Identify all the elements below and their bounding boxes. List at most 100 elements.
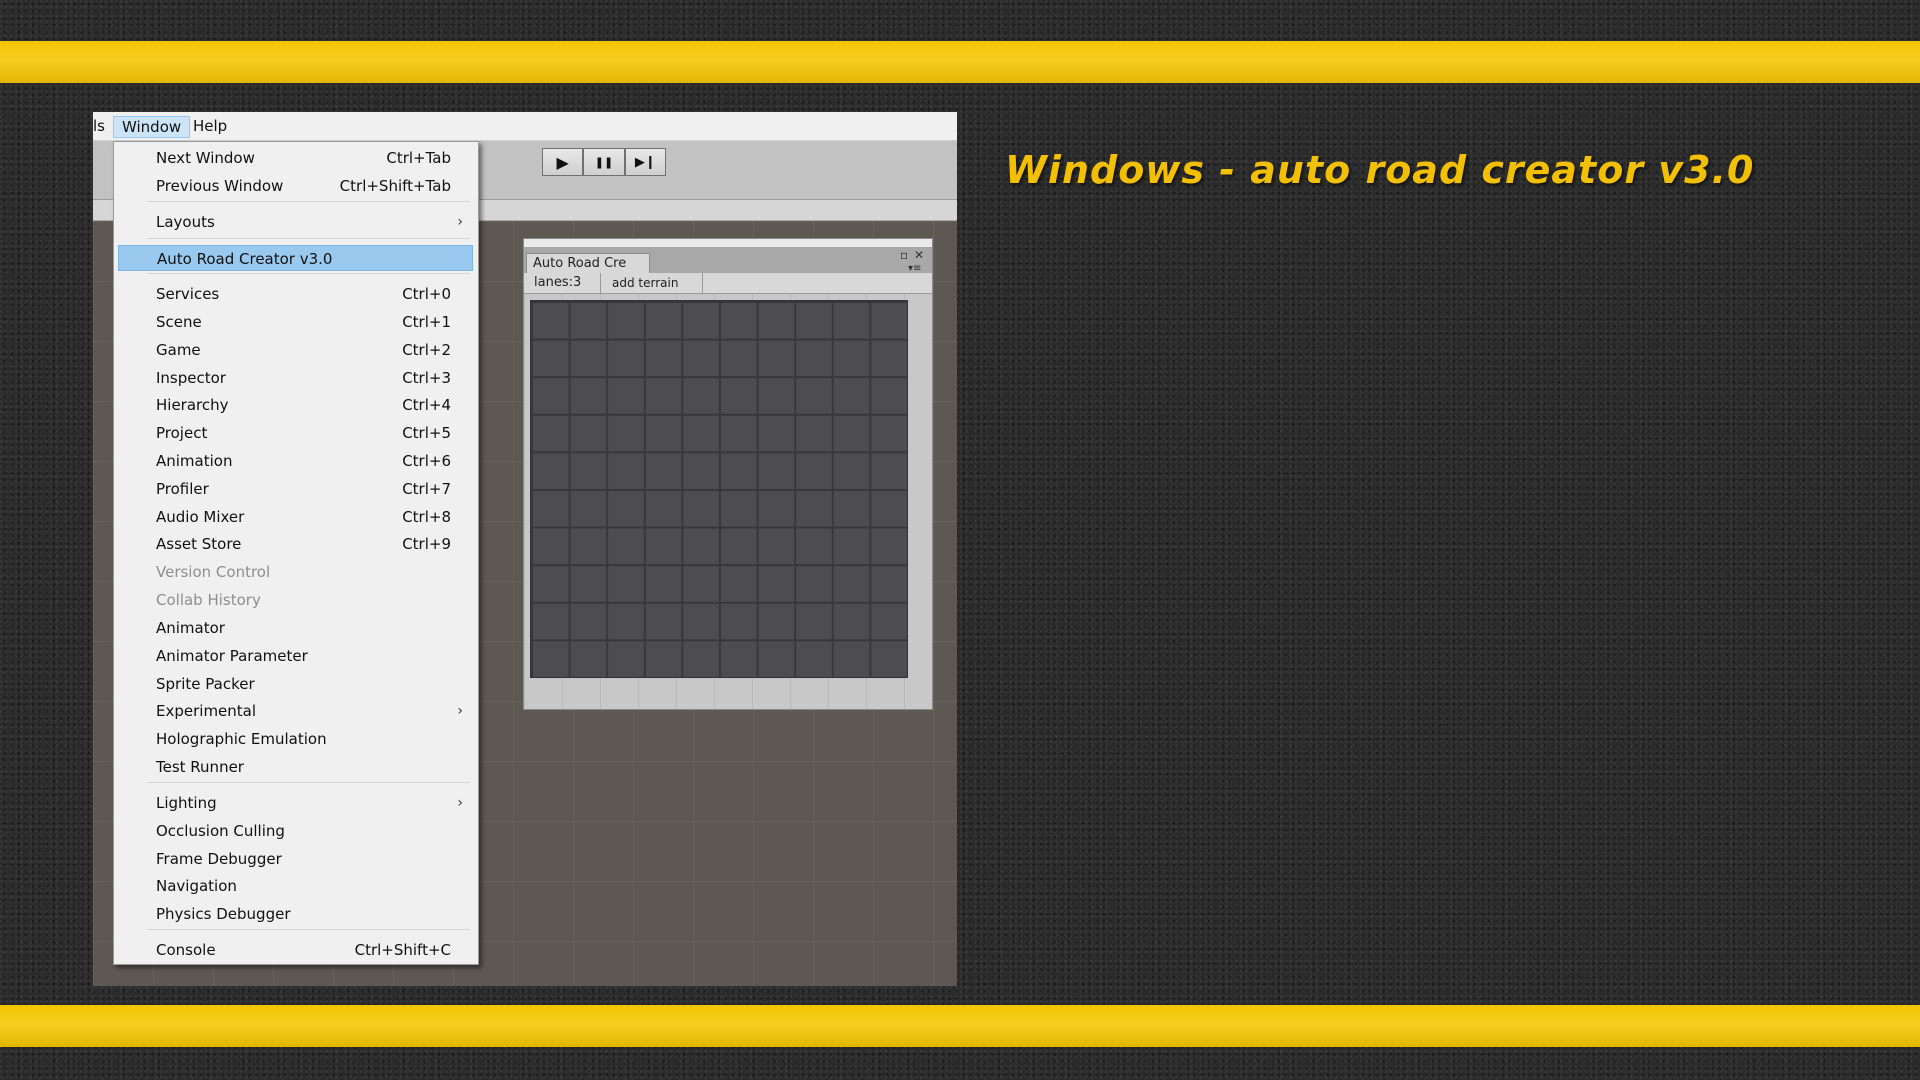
menu-item-label: Version Control [156, 563, 271, 581]
menu-item-inspector[interactable]: Inspector Ctrl+3 [118, 365, 473, 391]
menu-item-label: Audio Mixer [156, 508, 245, 526]
menu-item-frame-debugger[interactable]: Frame Debugger [118, 846, 473, 872]
menu-item-label: Game [156, 341, 201, 359]
menu-item-version-control: Version Control [118, 559, 473, 585]
menu-item-label: Services [156, 285, 220, 303]
menu-separator [148, 273, 470, 274]
menu-separator [148, 238, 470, 239]
bottom-road-stripe [0, 1005, 1920, 1047]
menu-item-label: Navigation [156, 877, 237, 895]
menu-item-occlusion-culling[interactable]: Occlusion Culling [118, 818, 473, 844]
menu-item-game[interactable]: Game Ctrl+2 [118, 337, 473, 363]
menu-item-test-runner[interactable]: Test Runner [118, 754, 473, 780]
chevron-right-icon: › [457, 214, 463, 230]
menu-item-label: Lighting [156, 794, 217, 812]
menu-item-animator[interactable]: Animator [118, 615, 473, 641]
menu-item-navigation[interactable]: Navigation [118, 873, 473, 899]
menu-item-shortcut: Ctrl+7 [402, 480, 451, 498]
menu-item-label: Animator [156, 619, 225, 637]
menu-item-label: Next Window [156, 149, 255, 167]
menu-item-sprite-packer[interactable]: Sprite Packer [118, 671, 473, 697]
menu-item-shortcut: Ctrl+2 [402, 341, 451, 359]
menu-item-label: Test Runner [156, 758, 244, 776]
menu-item-next-window[interactable]: Next Window Ctrl+Tab [118, 145, 473, 171]
maximize-icon[interactable]: ▫ [900, 248, 908, 262]
menu-bar: ls Window Help [93, 112, 957, 141]
play-button[interactable]: ▶ [542, 148, 584, 176]
step-icon: ▶❙ [634, 154, 656, 170]
menu-item-label: Animator Parameter [156, 647, 308, 665]
menu-item-scene[interactable]: Scene Ctrl+1 [118, 309, 473, 335]
menu-item-label: Frame Debugger [156, 850, 282, 868]
menu-item-hierarchy[interactable]: Hierarchy Ctrl+4 [118, 392, 473, 418]
menu-item-experimental[interactable]: Experimental › [118, 698, 473, 724]
lanes-button[interactable]: lanes:3 [524, 273, 601, 293]
menu-item-animator-parameter[interactable]: Animator Parameter [118, 643, 473, 669]
window-dropdown-menu: Next Window Ctrl+Tab Previous Window Ctrl+S… [113, 141, 479, 965]
chevron-right-icon: › [457, 795, 463, 811]
tab-auto-road-creator[interactable]: Auto Road Cre [526, 253, 650, 274]
top-road-stripe [0, 41, 1920, 83]
add-terrain-button[interactable]: add terrain [602, 273, 703, 293]
menu-separator [148, 782, 470, 783]
menu-item-physics-debugger[interactable]: Physics Debugger [118, 901, 473, 927]
chevron-right-icon: › [457, 703, 463, 719]
menu-item-shortcut: Ctrl+0 [402, 285, 451, 303]
menu-item-layouts[interactable]: Layouts › [118, 209, 473, 235]
menu-item-asset-store[interactable]: Asset Store Ctrl+9 [118, 531, 473, 557]
menu-item-shortcut: Ctrl+Tab [386, 149, 451, 167]
menu-help[interactable]: Help [193, 116, 227, 136]
play-icon: ▶ [556, 152, 569, 172]
pause-button[interactable]: ❚❚ [583, 148, 625, 176]
menu-item-label: Project [156, 424, 208, 442]
menu-item-shortcut: Ctrl+3 [402, 369, 451, 387]
menu-item-label: Profiler [156, 480, 209, 498]
menu-item-console[interactable]: Console Ctrl+Shift+C [118, 937, 473, 963]
menu-item-auto-road-creator-v3-0[interactable]: Auto Road Creator v3.0 [118, 245, 473, 271]
menu-item-label: Hierarchy [156, 396, 229, 414]
road-tile-grid[interactable] [530, 300, 908, 678]
close-icon[interactable]: ✕ [914, 248, 924, 262]
menu-item-label: Layouts [156, 213, 215, 231]
menu-item-shortcut: Ctrl+5 [402, 424, 451, 442]
menu-item-label: Auto Road Creator v3.0 [157, 250, 333, 268]
menu-item-label: Occlusion Culling [156, 822, 285, 840]
menu-item-shortcut: Ctrl+1 [402, 313, 451, 331]
menu-item-shortcut: Ctrl+Shift+C [354, 941, 451, 959]
menu-item-project[interactable]: Project Ctrl+5 [118, 420, 473, 446]
menu-window[interactable]: Window [113, 116, 191, 138]
menu-item-label: Experimental [156, 702, 257, 720]
road-editor-body [524, 294, 932, 709]
auto-road-creator-window: Auto Road Cre ▫ ✕ ▾≡ lanes:3 add terrain [523, 238, 933, 710]
window-top-edge [524, 239, 932, 247]
menu-item-label: Previous Window [156, 177, 284, 195]
menu-item-label: Physics Debugger [156, 905, 291, 923]
menu-tools-fragment[interactable]: ls [93, 116, 105, 136]
menu-item-label: Console [156, 941, 216, 959]
menu-item-holographic-emulation[interactable]: Holographic Emulation [118, 726, 473, 752]
menu-item-lighting[interactable]: Lighting › [118, 790, 473, 816]
menu-item-shortcut: Ctrl+6 [402, 452, 451, 470]
play-controls: ▶ ❚❚ ▶❙ [542, 148, 666, 176]
menu-item-label: Holographic Emulation [156, 730, 327, 748]
step-button[interactable]: ▶❙ [624, 148, 666, 176]
menu-item-services[interactable]: Services Ctrl+0 [118, 281, 473, 307]
menu-item-profiler[interactable]: Profiler Ctrl+7 [118, 476, 473, 502]
menu-item-label: Asset Store [156, 535, 242, 553]
window-tab-bar: Auto Road Cre ▫ ✕ ▾≡ [524, 247, 932, 274]
menu-item-label: Sprite Packer [156, 675, 255, 693]
pause-icon: ❚❚ [594, 155, 614, 169]
menu-item-collab-history: Collab History [118, 587, 473, 613]
road-toolbar: lanes:3 add terrain [524, 273, 932, 294]
menu-separator [148, 929, 470, 930]
menu-separator [148, 201, 470, 202]
menu-item-label: Animation [156, 452, 233, 470]
menu-item-audio-mixer[interactable]: Audio Mixer Ctrl+8 [118, 504, 473, 530]
menu-item-label: Collab History [156, 591, 261, 609]
menu-item-shortcut: Ctrl+9 [402, 535, 451, 553]
menu-item-label: Inspector [156, 369, 226, 387]
menu-item-shortcut: Ctrl+Shift+Tab [339, 177, 451, 195]
menu-item-previous-window[interactable]: Previous Window Ctrl+Shift+Tab [118, 173, 473, 199]
menu-item-animation[interactable]: Animation Ctrl+6 [118, 448, 473, 474]
menu-item-shortcut: Ctrl+8 [402, 508, 451, 526]
